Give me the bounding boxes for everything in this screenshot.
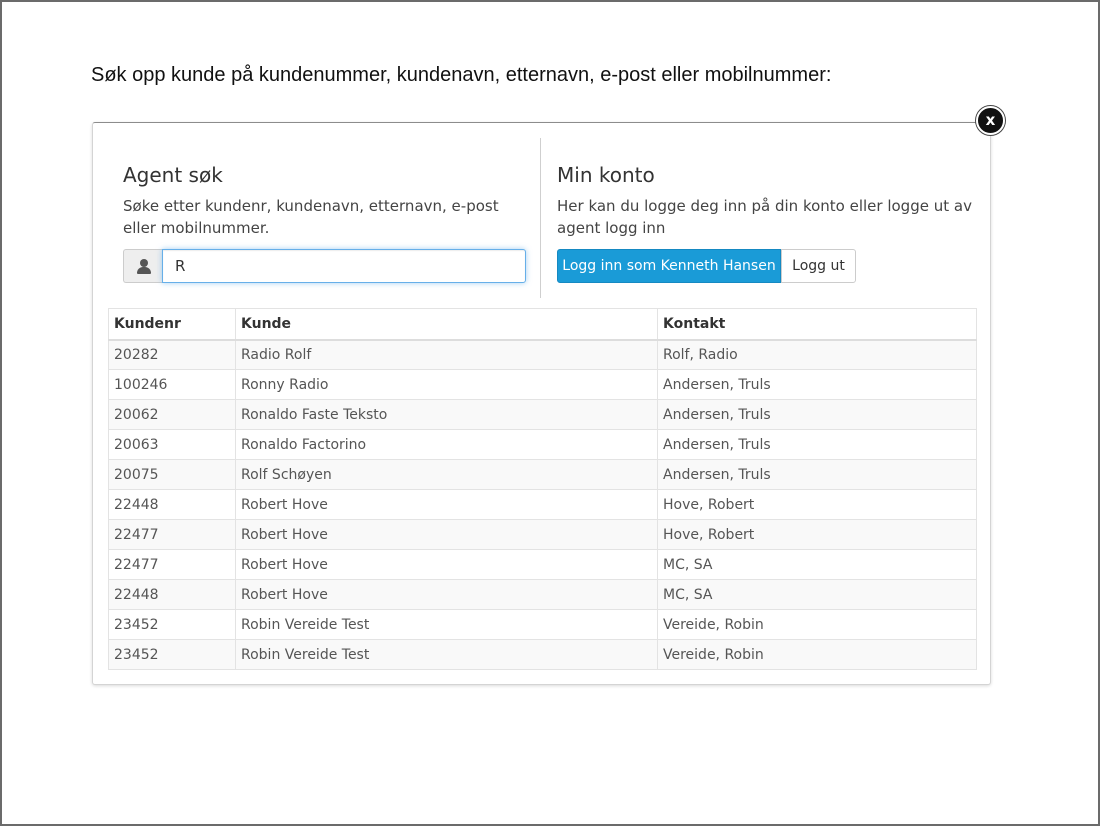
cell-kontakt: MC, SA (657, 579, 977, 610)
table-row[interactable]: 20062 Ronaldo Faste Teksto Andersen, Truls (108, 399, 977, 430)
my-account-title: Min konto (557, 163, 655, 187)
table-row[interactable]: 23452 Robin Vereide Test Vereide, Robin (108, 639, 977, 670)
table-row[interactable]: 22448 Robert Hove MC, SA (108, 579, 977, 610)
cell-kunde: Ronny Radio (235, 369, 658, 400)
cell-kundenr: 20075 (108, 459, 236, 490)
cell-kontakt: Hove, Robert (657, 519, 977, 550)
cell-kunde: Robert Hove (235, 579, 658, 610)
cell-kunde: Robert Hove (235, 489, 658, 520)
cell-kunde: Rolf Schøyen (235, 459, 658, 490)
cell-kundenr: 20282 (108, 339, 236, 370)
cell-kunde: Ronaldo Faste Teksto (235, 399, 658, 430)
table-row[interactable]: 22448 Robert Hove Hove, Robert (108, 489, 977, 520)
table-row[interactable]: 23452 Robin Vereide Test Vereide, Robin (108, 609, 977, 640)
cell-kundenr: 100246 (108, 369, 236, 400)
table-row[interactable]: 100246 Ronny Radio Andersen, Truls (108, 369, 977, 400)
cell-kontakt: Andersen, Truls (657, 399, 977, 430)
cell-kontakt: MC, SA (657, 549, 977, 580)
screenshot-frame: Søk opp kunde på kundenummer, kundenavn,… (0, 0, 1100, 826)
user-icon (137, 259, 151, 274)
cell-kontakt: Andersen, Truls (657, 429, 977, 460)
cell-kundenr: 20063 (108, 429, 236, 460)
close-icon[interactable]: x (976, 106, 1005, 135)
agent-search-title: Agent søk (123, 163, 223, 187)
cell-kundenr: 23452 (108, 609, 236, 640)
column-header-kundenr[interactable]: Kundenr (108, 308, 236, 341)
cell-kunde: Robin Vereide Test (235, 609, 658, 640)
agent-search-description: Søke etter kundenr, kundenavn, etternavn… (123, 197, 499, 237)
customer-results-table: Kundenr Kunde Kontakt 20282 Radio Rolf Rol… (108, 308, 977, 670)
cell-kunde: Robin Vereide Test (235, 639, 658, 670)
cell-kunde: Robert Hove (235, 519, 658, 550)
cell-kundenr: 22448 (108, 489, 236, 520)
search-input-group (123, 249, 526, 283)
table-row[interactable]: 22477 Robert Hove MC, SA (108, 549, 977, 580)
table-row[interactable]: 20063 Ronaldo Factorino Andersen, Truls (108, 429, 977, 460)
cell-kundenr: 22477 (108, 549, 236, 580)
cell-kontakt: Rolf, Radio (657, 339, 977, 370)
cell-kontakt: Andersen, Truls (657, 459, 977, 490)
column-header-kunde[interactable]: Kunde (235, 308, 658, 341)
table-row[interactable]: 20282 Radio Rolf Rolf, Radio (108, 339, 977, 370)
login-as-agent-button[interactable]: Logg inn som Kenneth Hansen (557, 249, 781, 283)
cell-kontakt: Vereide, Robin (657, 639, 977, 670)
table-row[interactable]: 20075 Rolf Schøyen Andersen, Truls (108, 459, 977, 490)
cell-kontakt: Andersen, Truls (657, 369, 977, 400)
cell-kontakt: Vereide, Robin (657, 609, 977, 640)
column-header-kontakt[interactable]: Kontakt (657, 308, 977, 341)
cell-kundenr: 20062 (108, 399, 236, 430)
cell-kontakt: Hove, Robert (657, 489, 977, 520)
column-divider (540, 138, 541, 298)
cell-kunde: Radio Rolf (235, 339, 658, 370)
cell-kundenr: 23452 (108, 639, 236, 670)
cell-kundenr: 22477 (108, 519, 236, 550)
table-body: 20282 Radio Rolf Rolf, Radio 100246 Ronny Ra… (108, 339, 977, 670)
table-header-row: Kundenr Kunde Kontakt (108, 308, 977, 341)
search-addon (123, 249, 162, 283)
cell-kunde: Ronaldo Factorino (235, 429, 658, 460)
logout-button[interactable]: Logg ut (781, 249, 856, 283)
customer-search-modal: Agent søk Søke etter kundenr, kundenavn,… (92, 122, 991, 685)
customer-search-input[interactable] (162, 249, 526, 283)
cell-kunde: Robert Hove (235, 549, 658, 580)
cell-kundenr: 22448 (108, 579, 236, 610)
instruction-text: Søk opp kunde på kundenummer, kundenavn,… (91, 64, 832, 86)
my-account-description: Her kan du logge deg inn på din konto el… (557, 197, 972, 237)
table-row[interactable]: 22477 Robert Hove Hove, Robert (108, 519, 977, 550)
